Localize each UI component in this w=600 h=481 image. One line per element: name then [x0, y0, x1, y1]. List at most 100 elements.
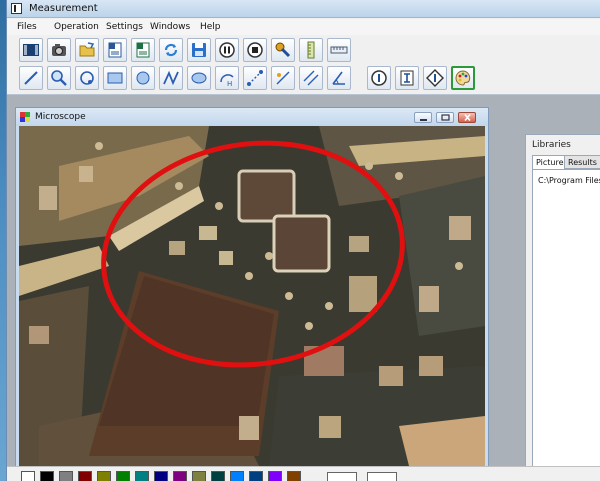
color-swatch[interactable]: [230, 471, 244, 481]
magnify-button[interactable]: [47, 66, 71, 90]
microscope-titlebar[interactable]: Microscope: [16, 108, 488, 126]
microscope-window: Microscope: [15, 107, 489, 481]
color-swatch[interactable]: [21, 471, 35, 481]
color-swatch[interactable]: [154, 471, 168, 481]
refresh-icon: [164, 43, 178, 57]
text-cursor-icon: [400, 70, 414, 86]
capture-button[interactable]: [47, 38, 71, 62]
camera-view-button[interactable]: [19, 38, 43, 62]
polyline-tool-icon: [163, 70, 179, 86]
toolbar-main: [19, 36, 479, 64]
refresh-button[interactable]: [159, 38, 183, 62]
color-swatch[interactable]: [249, 471, 263, 481]
color-swatch[interactable]: [40, 471, 54, 481]
pause-button[interactable]: [215, 38, 239, 62]
line-style-box[interactable]: [327, 472, 357, 481]
diamond-info-button[interactable]: [423, 66, 447, 90]
camera-view-icon: [23, 44, 39, 56]
arc-tool-button[interactable]: H: [215, 66, 239, 90]
pause-icon: [219, 42, 235, 58]
capture-icon: [52, 44, 66, 56]
circle-tool-icon: [136, 71, 150, 85]
microscope-window-icon: [20, 112, 30, 122]
wrench-settings-button[interactable]: [271, 38, 295, 62]
menu-files[interactable]: Files: [17, 22, 37, 32]
polyline-tool-button[interactable]: [159, 66, 183, 90]
save-button[interactable]: [187, 38, 211, 62]
excel-export-button[interactable]: [131, 38, 155, 62]
libraries-panel: Libraries Picture Results C:\Program Fil…: [525, 134, 600, 481]
line-tool-button[interactable]: [19, 66, 43, 90]
distance-tool-icon: [247, 70, 263, 86]
angle-tool-icon: [332, 71, 345, 85]
toolbar-drawing: H: [19, 64, 479, 92]
pcb-microscope-image: [19, 126, 485, 466]
color-swatch[interactable]: [116, 471, 130, 481]
text-cursor-button[interactable]: [395, 66, 419, 90]
excel-export-icon: [136, 42, 150, 58]
info-circle-button[interactable]: [367, 66, 391, 90]
info-circle-icon: [371, 70, 387, 86]
window-titlebar[interactable]: Measurement: [7, 0, 600, 18]
close-button[interactable]: [458, 112, 476, 123]
menu-windows[interactable]: Windows: [150, 22, 190, 32]
microscope-title: Microscope: [35, 112, 86, 122]
minimize-icon: [420, 119, 427, 121]
menu-operation[interactable]: Operation: [54, 22, 99, 32]
mdi-workspace: Microscope Libraries Picture Results C:\…: [7, 95, 600, 481]
stop-button[interactable]: [243, 38, 267, 62]
libraries-title: Libraries: [532, 140, 571, 150]
stop-icon: [247, 42, 263, 58]
color-swatch[interactable]: [59, 471, 73, 481]
rectangle-tool-button[interactable]: [103, 66, 127, 90]
word-export-icon: [108, 42, 122, 58]
magnify-icon: [51, 70, 67, 86]
parallel-distance-button[interactable]: [299, 66, 323, 90]
tab-results[interactable]: Results: [564, 155, 600, 169]
open-folder-icon: [79, 42, 95, 57]
tab-picture[interactable]: Picture: [532, 155, 568, 170]
horizontal-ruler-button[interactable]: [327, 38, 351, 62]
menu-settings[interactable]: Settings: [106, 22, 143, 32]
color-palette-button[interactable]: [451, 66, 475, 90]
measurement-window: Measurement Files Operation Settings Win…: [6, 0, 600, 481]
open-folder-button[interactable]: [75, 38, 99, 62]
color-swatch[interactable]: [268, 471, 282, 481]
color-swatch[interactable]: [192, 471, 206, 481]
arc-tool-icon: H: [220, 74, 234, 87]
libraries-list: C:\Program Files (x: [532, 169, 600, 481]
word-export-button[interactable]: [103, 38, 127, 62]
circle-3pt-icon: [80, 71, 94, 85]
vertical-ruler-icon: [307, 41, 315, 59]
svg-text:H: H: [227, 80, 232, 87]
window-title: Measurement: [29, 3, 98, 14]
line-tool-icon: [24, 71, 38, 85]
menu-help[interactable]: Help: [200, 22, 221, 32]
color-swatch[interactable]: [287, 471, 301, 481]
close-icon: [464, 114, 471, 121]
libraries-tabs: Picture Results: [532, 155, 600, 170]
ellipse-tool-button[interactable]: [187, 66, 211, 90]
circle-tool-button[interactable]: [131, 66, 155, 90]
library-path-item[interactable]: C:\Program Files (x: [538, 176, 600, 185]
microscope-image-view[interactable]: [19, 126, 485, 466]
horizontal-ruler-icon: [330, 46, 348, 54]
color-palette-icon: [455, 70, 471, 86]
point-line-icon: [276, 71, 290, 85]
parallel-distance-icon: [303, 70, 319, 86]
app-icon: [11, 3, 22, 14]
color-swatch[interactable]: [173, 471, 187, 481]
menu-bar: Files Operation Settings Windows Help: [7, 19, 600, 35]
distance-tool-button[interactable]: [243, 66, 267, 90]
vertical-ruler-button[interactable]: [299, 38, 323, 62]
color-swatch[interactable]: [97, 471, 111, 481]
restore-button[interactable]: [436, 112, 454, 123]
minimize-button[interactable]: [414, 112, 432, 123]
line-style-box[interactable]: [367, 472, 397, 481]
circle-3pt-button[interactable]: [75, 66, 99, 90]
color-swatch[interactable]: [78, 471, 92, 481]
color-swatch[interactable]: [135, 471, 149, 481]
color-swatch[interactable]: [211, 471, 225, 481]
angle-tool-button[interactable]: [327, 66, 351, 90]
point-line-button[interactable]: [271, 66, 295, 90]
